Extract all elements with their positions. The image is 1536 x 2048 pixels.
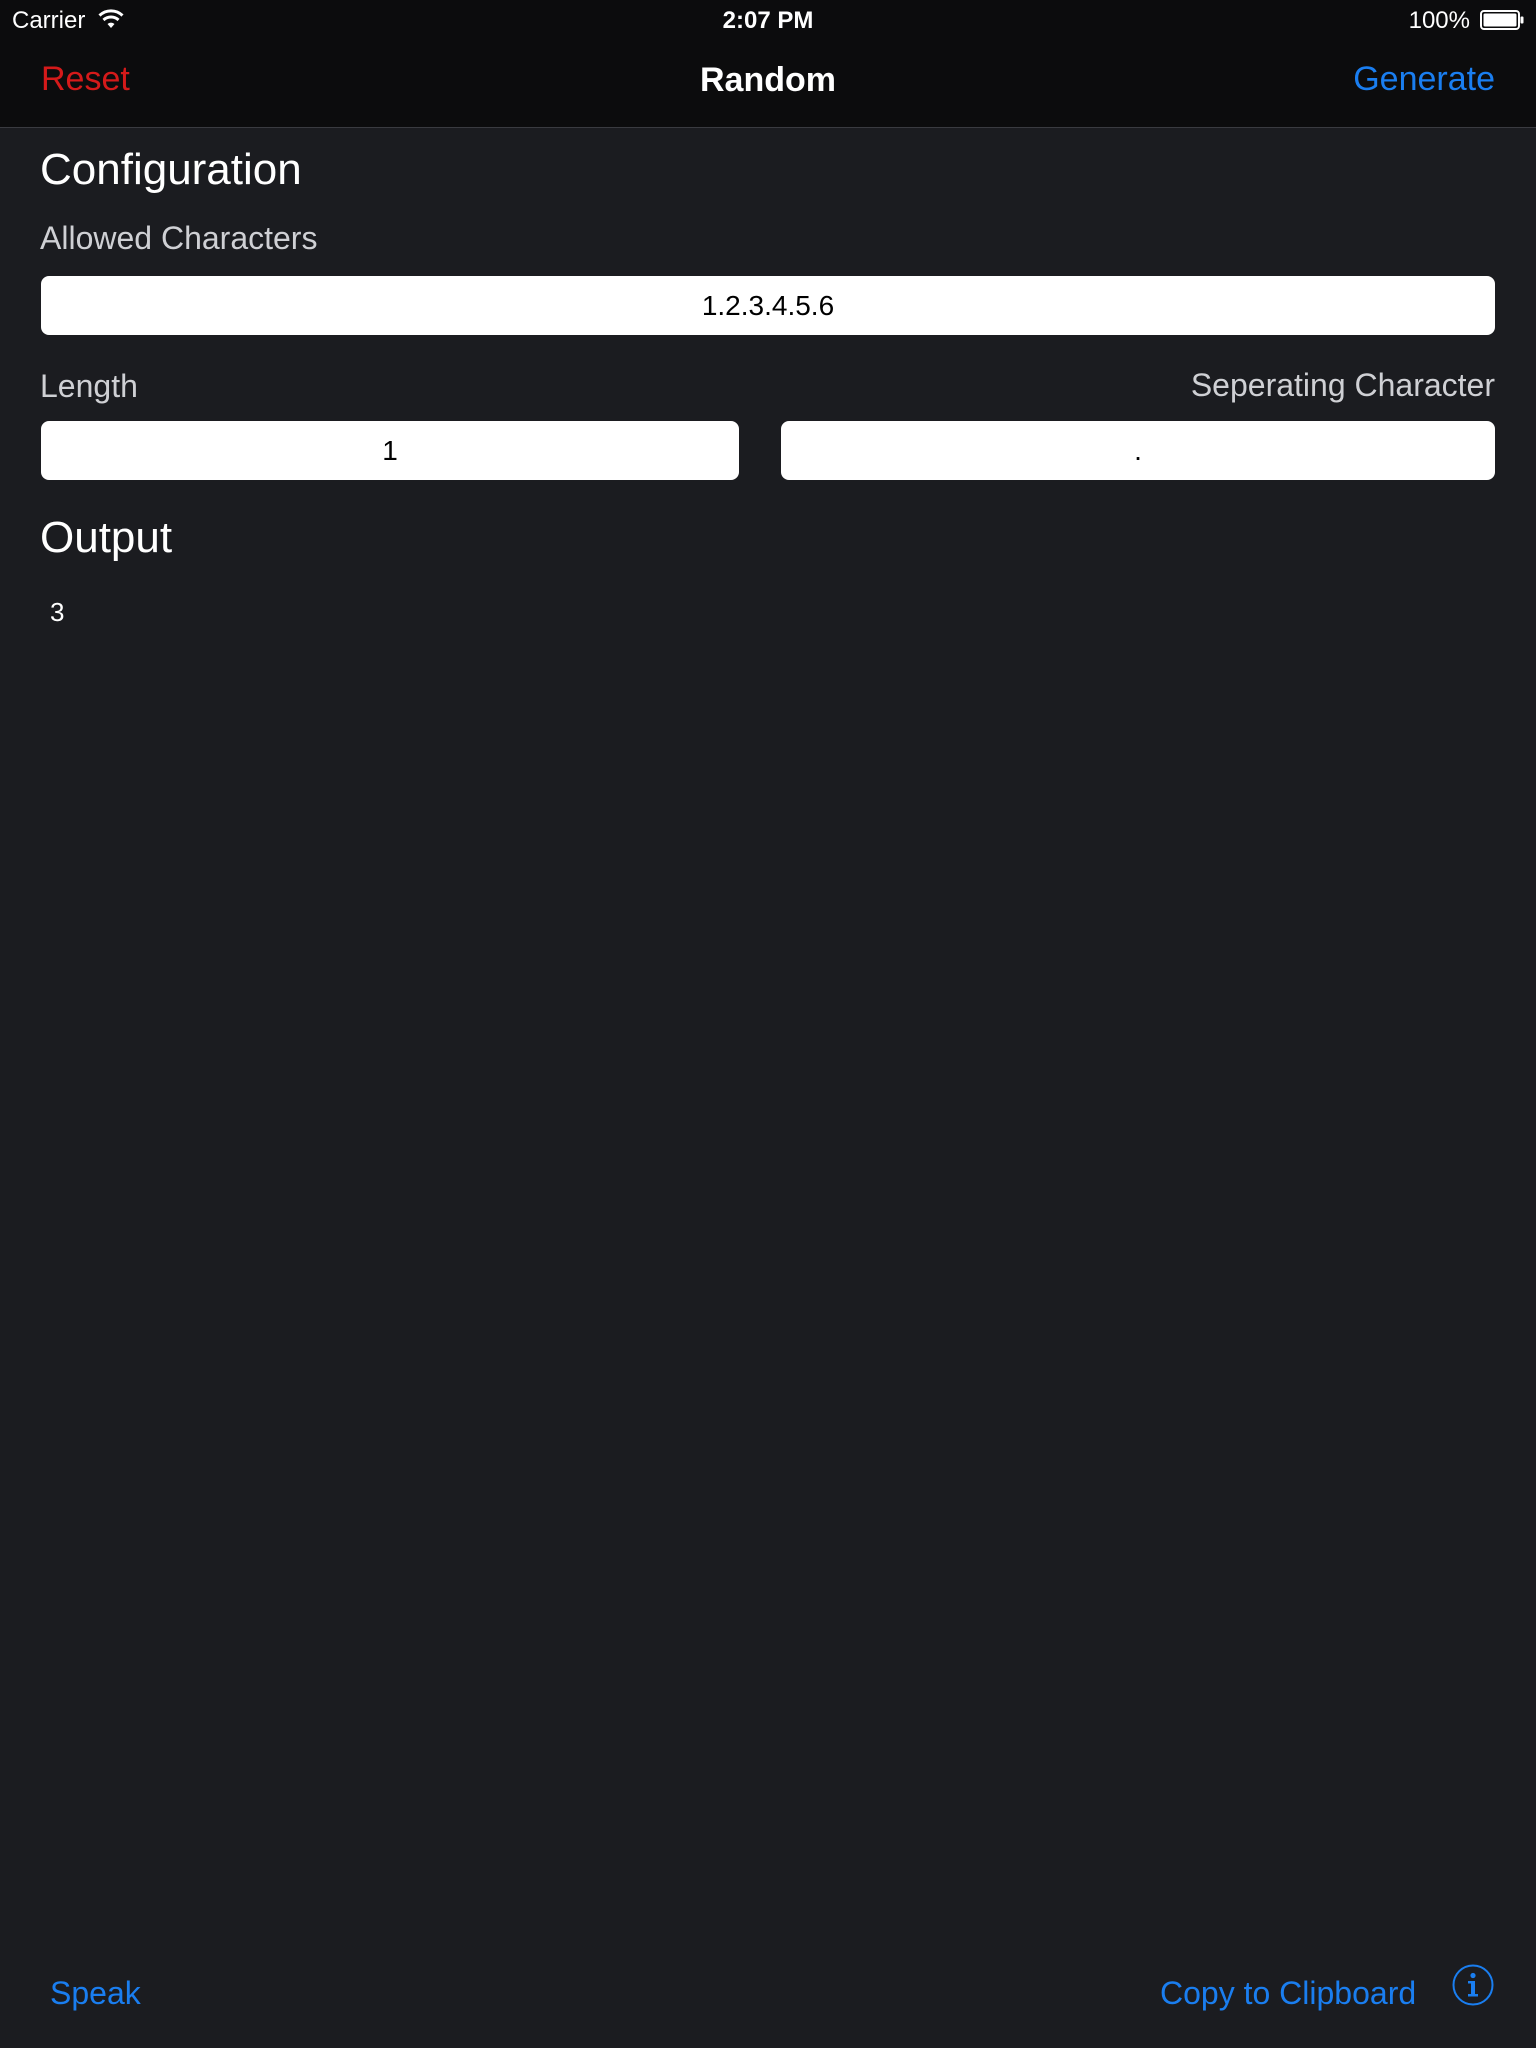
output-heading: Output bbox=[40, 513, 173, 562]
generate-button[interactable]: Generate bbox=[1353, 60, 1495, 99]
navigation-bar: Reset Random Generate bbox=[0, 40, 1536, 128]
allowed-characters-field[interactable] bbox=[41, 276, 1495, 335]
info-icon[interactable] bbox=[1452, 1964, 1494, 2006]
copy-to-clipboard-button[interactable]: Copy to Clipboard bbox=[1160, 1975, 1416, 2012]
page-title: Random bbox=[700, 61, 836, 99]
allowed-characters-label: Allowed Characters bbox=[40, 220, 318, 256]
status-time: 2:07 PM bbox=[722, 7, 814, 34]
battery-percent: 100% bbox=[1408, 7, 1470, 34]
separator-field[interactable] bbox=[781, 421, 1495, 480]
length-field[interactable] bbox=[41, 421, 739, 480]
length-label: Length bbox=[40, 368, 138, 404]
battery-icon bbox=[1480, 10, 1524, 30]
speak-button[interactable]: Speak bbox=[50, 1975, 141, 2012]
output-text: 3 bbox=[50, 597, 65, 627]
separator-label: Seperating Character bbox=[1190, 367, 1495, 403]
status-bar: Carrier 2:07 PM 100% bbox=[0, 0, 1536, 40]
configuration-heading: Configuration bbox=[40, 145, 302, 194]
